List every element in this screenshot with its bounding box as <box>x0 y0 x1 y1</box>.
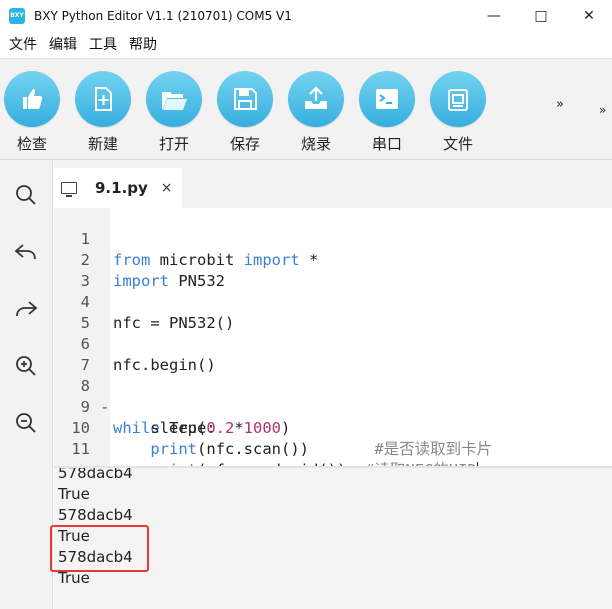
maximize-button[interactable]: □ <box>518 0 564 31</box>
terminal-icon <box>359 71 415 127</box>
code-text: (nfc.scan()) <box>197 440 309 458</box>
new-label: 新建 <box>87 135 118 153</box>
code-line: 8 - while True: <box>54 355 612 437</box>
menu-help[interactable]: 帮助 <box>129 34 157 54</box>
keyword: print <box>150 440 197 458</box>
app-logo-icon: BXY <box>9 7 25 24</box>
tab-9-1-py[interactable]: 9.1.py × <box>54 168 182 208</box>
thumbs-up-icon <box>4 71 60 127</box>
flash-button[interactable]: 烧录 <box>286 71 346 154</box>
code-line: 4 nfc = PN532() <box>54 271 612 332</box>
zoom-out-button[interactable] <box>11 408 41 438</box>
new-file-icon <box>75 71 131 127</box>
search-icon <box>16 185 36 205</box>
highlight-annotation-box <box>50 525 149 572</box>
minimize-button[interactable]: — <box>471 0 517 31</box>
menu-bar: 文件 编辑 工具 帮助 <box>0 31 612 57</box>
zoom-in-icon <box>16 356 36 376</box>
output-line: 578dacb4 <box>58 506 133 524</box>
toolbar-overflow-icon-secondary[interactable]: » <box>599 103 606 117</box>
zoom-in-button[interactable] <box>11 351 41 381</box>
monitor-icon <box>61 182 77 197</box>
code-editor[interactable]: 1 from microbit import * 2 import PN532 … <box>54 208 612 480</box>
undo-button[interactable] <box>11 237 41 267</box>
code-line: 5 <box>54 292 612 332</box>
open-label: 打开 <box>158 135 189 153</box>
title-bar: BXY BXY Python Editor V1.1 (210701) COM5… <box>0 0 612 31</box>
close-button[interactable]: ✕ <box>566 0 612 31</box>
floppy-save-icon <box>217 71 273 127</box>
tab-bar: 9.1.py × <box>54 160 612 208</box>
save-label: 保存 <box>229 135 260 153</box>
redo-icon <box>16 301 38 317</box>
code-line: 9 sleep(0.2*1000) <box>54 376 612 437</box>
files-icon <box>430 71 486 127</box>
files-button[interactable]: 文件 <box>428 71 488 154</box>
zoom-out-icon <box>16 413 36 433</box>
folder-open-icon <box>146 71 202 127</box>
open-button[interactable]: 打开 <box>144 71 204 154</box>
code-line: 3 <box>54 250 612 290</box>
code-line: 1 from microbit import * <box>54 208 612 269</box>
window-title: BXY Python Editor V1.1 (210701) COM5 V1 <box>34 8 292 23</box>
undo-icon <box>14 244 36 260</box>
code-comment: #是否读取到卡片 <box>374 440 493 458</box>
check-button[interactable]: 检查 <box>2 71 62 154</box>
toolbar: 检查 新建 打开 保存 烧录 串口 文件 » <box>0 58 612 160</box>
menu-tools[interactable]: 工具 <box>89 34 117 54</box>
code-line: 7 <box>54 334 612 374</box>
files-label: 文件 <box>442 135 473 153</box>
upload-tray-icon <box>288 71 344 127</box>
redo-button[interactable] <box>11 294 41 324</box>
flash-label: 烧录 <box>300 135 331 153</box>
menu-edit[interactable]: 编辑 <box>49 34 77 54</box>
new-button[interactable]: 新建 <box>73 71 133 154</box>
code-line: 6 nfc.begin() <box>54 313 612 374</box>
toolbar-overflow-icon[interactable]: » <box>556 97 564 112</box>
tab-title: 9.1.py <box>95 179 148 197</box>
padding <box>309 440 374 458</box>
check-label: 检查 <box>16 135 47 153</box>
serial-button[interactable]: 串口 <box>357 71 417 154</box>
left-sidebar <box>0 160 53 609</box>
tab-close-icon[interactable]: × <box>161 180 173 196</box>
line-number: 11 <box>71 440 90 458</box>
output-line: 578dacb4 <box>58 468 133 482</box>
code-line: 2 import PN532 <box>54 229 612 290</box>
output-line: True <box>58 485 90 503</box>
code-line: 11 print(nfc.read_uid()) #读取NFC的UID <box>54 418 612 480</box>
code-line: 10 print(nfc.scan()) #是否读取到卡片 <box>54 397 612 458</box>
menu-file[interactable]: 文件 <box>9 34 37 54</box>
serial-label: 串口 <box>371 135 402 153</box>
save-button[interactable]: 保存 <box>215 71 275 154</box>
search-button[interactable] <box>11 180 41 210</box>
